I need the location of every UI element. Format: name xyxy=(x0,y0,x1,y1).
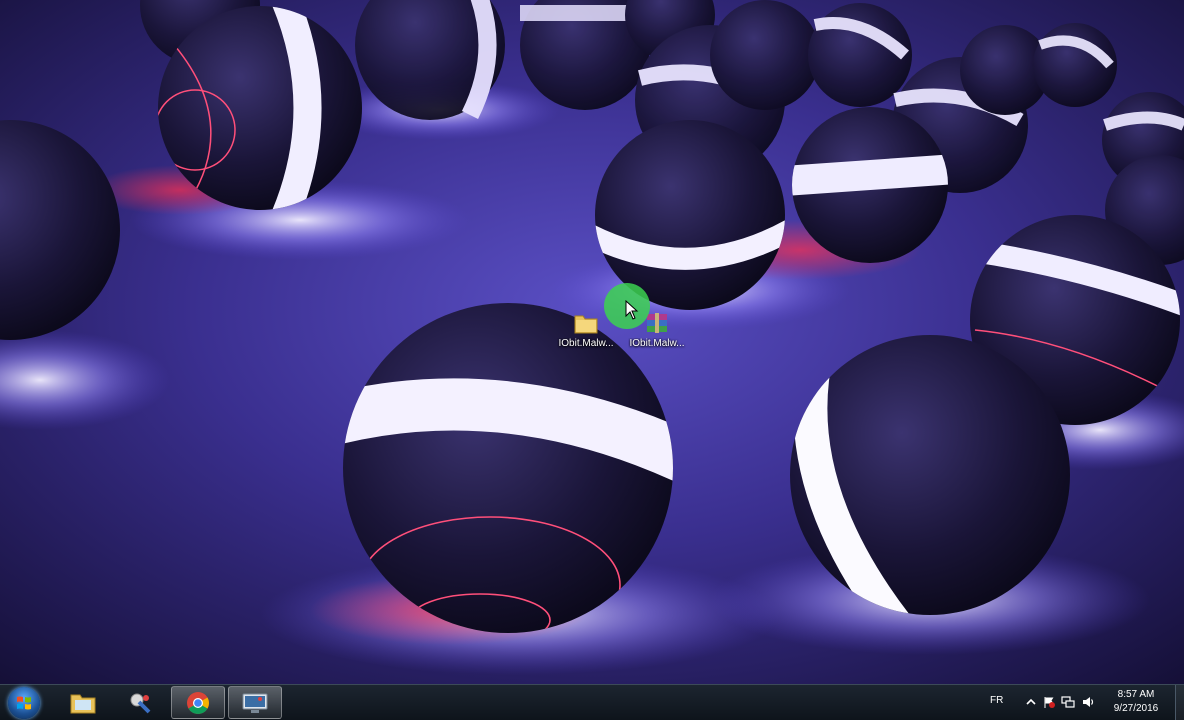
clock-time: 8:57 AM xyxy=(1117,689,1155,700)
desktop-icon-label: IObit.Malw... xyxy=(558,338,614,349)
language-indicator[interactable]: FR xyxy=(990,695,1003,706)
start-button[interactable] xyxy=(8,687,40,719)
network-icon[interactable] xyxy=(1061,695,1075,709)
volume-icon[interactable] xyxy=(1081,695,1095,709)
screen-recorder-icon xyxy=(242,693,268,713)
mouse-cursor-icon xyxy=(625,300,639,320)
windows-start-icon xyxy=(17,696,31,710)
taskbar-tools-app[interactable] xyxy=(113,686,167,719)
clock-date: 9/27/2016 xyxy=(1113,703,1159,714)
action-center-flag-icon[interactable] xyxy=(1042,695,1056,709)
taskbar-file-explorer[interactable] xyxy=(56,686,110,719)
desktop-icon-label: IObit.Malw... xyxy=(629,338,685,349)
file-explorer-icon xyxy=(70,694,96,713)
desktop[interactable]: IObit.Malw... IObit.Malw... FR 8:57 AM 9… xyxy=(0,0,1184,720)
folder-icon xyxy=(574,315,598,334)
taskbar-chrome[interactable] xyxy=(171,686,225,719)
show-desktop-button[interactable] xyxy=(1175,685,1184,720)
expand-tray-icon[interactable] xyxy=(1024,695,1038,709)
chrome-icon xyxy=(187,691,209,714)
system-clock[interactable]: 8:57 AM 9/27/2016 xyxy=(1104,688,1168,716)
taskbar-screen-recorder[interactable] xyxy=(228,686,282,719)
taskbar: FR 8:57 AM 9/27/2016 xyxy=(0,684,1184,720)
tools-app-icon xyxy=(130,693,151,713)
